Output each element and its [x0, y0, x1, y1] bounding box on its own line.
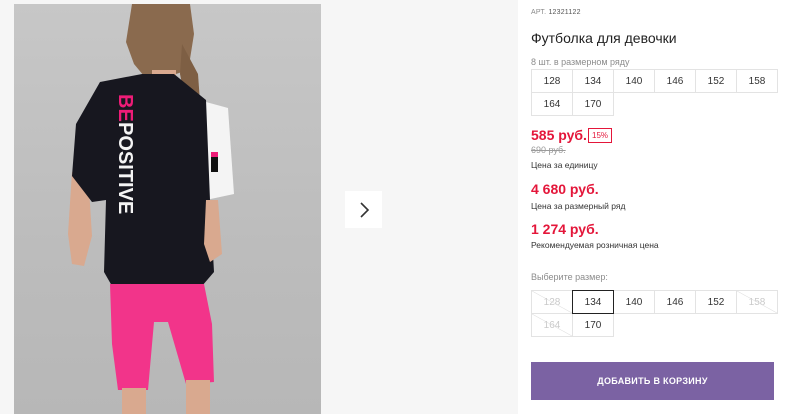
size-option[interactable]: 170	[572, 313, 614, 337]
old-price: 690 руб.	[531, 145, 566, 155]
size-option-unavailable: 164	[531, 313, 573, 337]
chevron-right-icon	[359, 201, 369, 218]
pack-price-note: Цена за размерный ряд	[531, 201, 626, 211]
pack-size-cell: 134	[572, 69, 614, 93]
retail-price-note: Рекомендуемая розничная цена	[531, 240, 659, 250]
choose-size-label: Выберите размер:	[531, 272, 608, 282]
pack-size-cell: 158	[736, 69, 778, 93]
size-option-unavailable: 158	[736, 290, 778, 314]
size-option-unavailable: 128	[531, 290, 573, 314]
pack-size-cell: 164	[531, 92, 573, 116]
pack-sizes-grid: 128 134 140 146 152 158 164 170	[531, 69, 778, 116]
size-selector: 128 134 140 146 152 158 164 170	[531, 290, 778, 337]
pack-sizes-label: 8 шт. в размерном ряду	[531, 57, 630, 67]
article-number: АРТ. 12321122	[531, 9, 581, 16]
print-be-text: BE	[114, 94, 136, 122]
pack-size-cell: 170	[572, 92, 614, 116]
girl-in-tshirt-image: BE POSITIVE	[68, 4, 234, 414]
article-value: 12321122	[548, 9, 581, 16]
pack-size-cell: 140	[613, 69, 655, 93]
print-positive-text: POSITIVE	[114, 122, 136, 214]
add-to-cart-button[interactable]: ДОБАВИТЬ В КОРЗИНУ	[531, 362, 774, 400]
retail-price: 1 274 руб.	[531, 221, 599, 237]
article-label: АРТ.	[531, 9, 547, 16]
pack-size-cell: 128	[531, 69, 573, 93]
size-option[interactable]: 140	[613, 290, 655, 314]
product-photo[interactable]: BE POSITIVE	[14, 4, 321, 414]
gallery-next-button[interactable]	[345, 191, 382, 228]
pack-size-cell: 146	[654, 69, 696, 93]
unit-price-note: Цена за единицу	[531, 160, 598, 170]
size-option[interactable]: 152	[695, 290, 737, 314]
product-title: Футболка для девочки	[531, 30, 677, 46]
discount-badge: 15%	[588, 128, 613, 143]
pack-price: 4 680 руб.	[531, 181, 599, 197]
size-option-selected[interactable]: 134	[572, 290, 614, 314]
unit-price: 585 руб.	[531, 127, 587, 143]
size-option[interactable]: 146	[654, 290, 696, 314]
pack-size-cell: 152	[695, 69, 737, 93]
